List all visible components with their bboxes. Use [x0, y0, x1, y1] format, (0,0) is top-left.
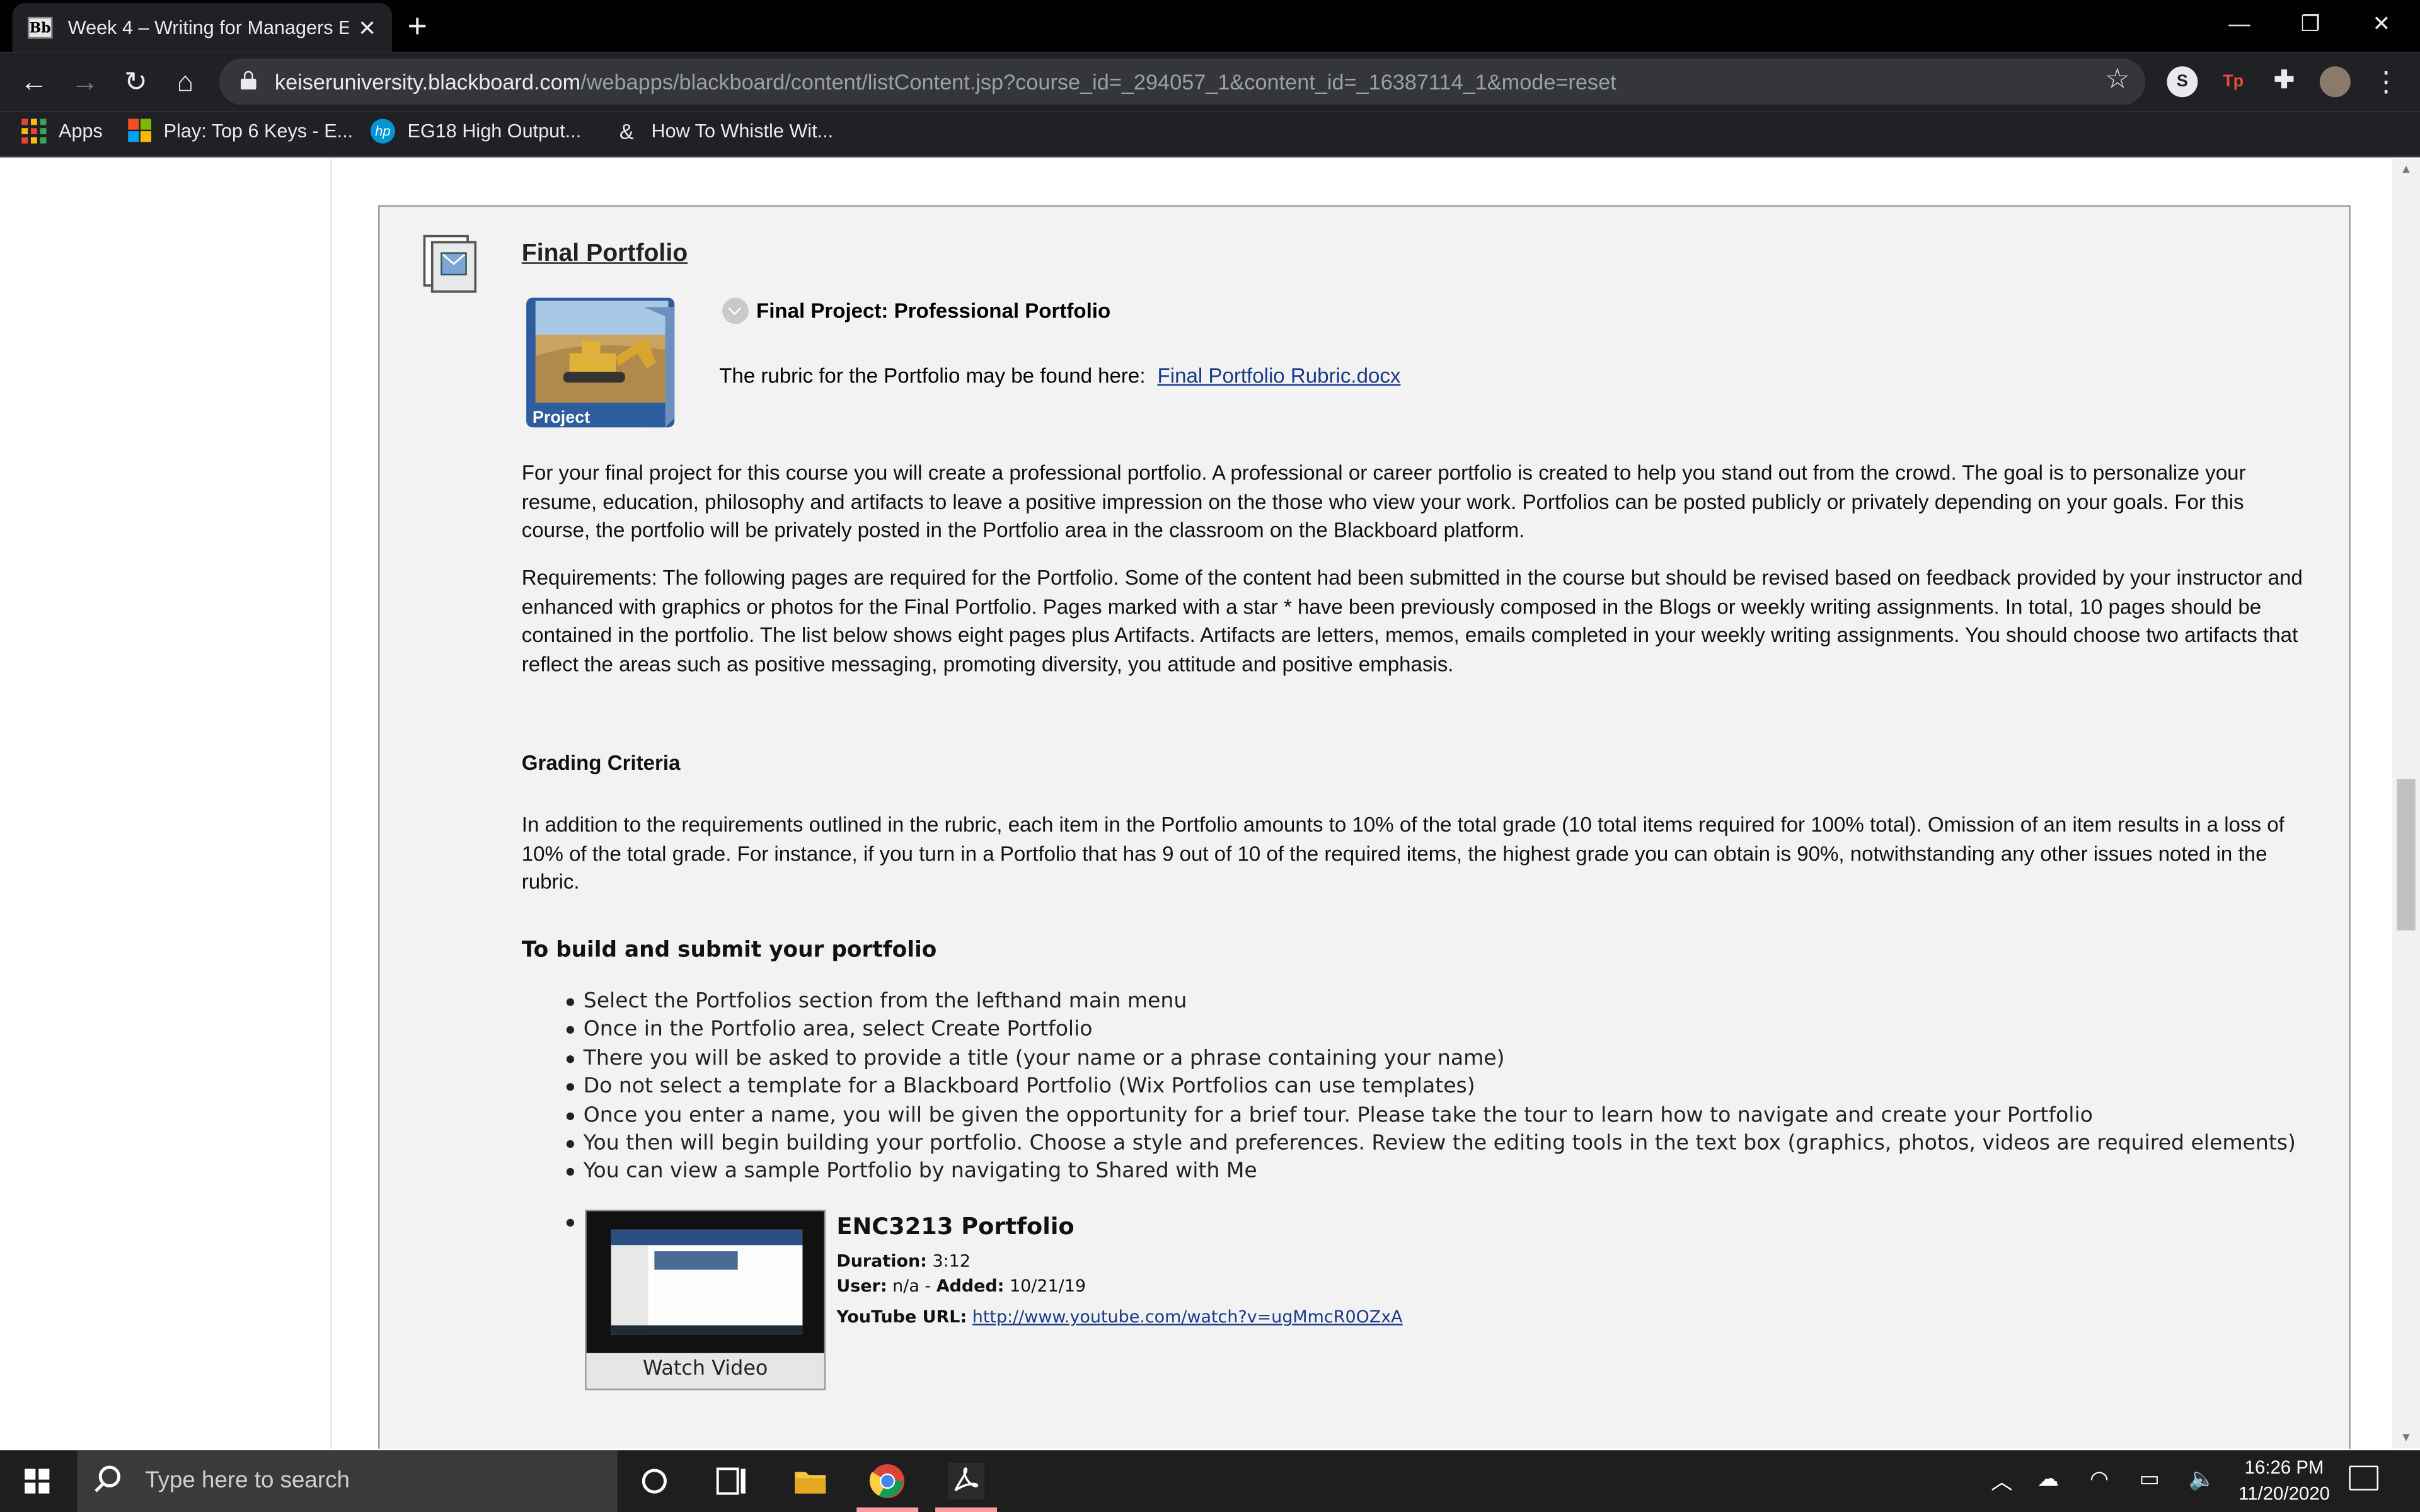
- tab-strip: Bb Week 4 – Writing for Managers E ✕ + —…: [0, 0, 2420, 53]
- forward-icon[interactable]: →: [66, 63, 103, 100]
- address-bar[interactable]: keiseruniversity.blackboard.com/webapps/…: [219, 59, 2146, 105]
- chrome-menu-icon[interactable]: ⋮: [2368, 63, 2405, 100]
- video-preview: [586, 1211, 824, 1353]
- file-explorer-icon[interactable]: [792, 1463, 829, 1500]
- onedrive-cloud-icon[interactable]: ☁: [2037, 1466, 2059, 1492]
- puzzle-extensions-icon[interactable]: ✚: [2269, 66, 2300, 97]
- list-item: Once in the Portfolio area, select Creat…: [566, 1016, 2296, 1044]
- s-extension-icon[interactable]: S: [2167, 66, 2198, 98]
- taskbar-clock[interactable]: 16:26 PM 11/20/2020: [2232, 1455, 2337, 1507]
- list-item: There you will be asked to provide a tit…: [566, 1045, 2296, 1073]
- video-duration: Duration: 3:12: [836, 1251, 971, 1271]
- list-item: You then will begin building your portfo…: [566, 1130, 2296, 1158]
- clock-time: 16:26 PM: [2244, 1456, 2324, 1479]
- apps-grid-icon: [21, 118, 47, 144]
- list-item: Do not select a template for a Blackboar…: [566, 1073, 2296, 1101]
- project-heading-text: Final Project: Professional Portfolio: [756, 299, 1111, 323]
- watch-video-button[interactable]: Watch Video: [587, 1358, 824, 1381]
- home-icon[interactable]: ⌂: [166, 63, 204, 100]
- acrobat-active-indicator: [935, 1507, 998, 1512]
- bookmark-label: Play: Top 6 Keys - E...: [163, 119, 354, 142]
- taskbar-search[interactable]: Type here to search: [77, 1450, 618, 1512]
- task-view-icon[interactable]: [713, 1463, 750, 1500]
- video-bullet: [566, 1218, 575, 1227]
- new-tab-icon[interactable]: +: [408, 6, 427, 47]
- back-icon[interactable]: ←: [15, 63, 52, 100]
- windows-taskbar: Type here to search ︿ ☁ ◠ ▭ 🔈 16:26 PM 1…: [0, 1450, 2420, 1512]
- bookmark-label: Apps: [59, 120, 103, 142]
- project-excavator-image: Project: [526, 297, 675, 428]
- content-item-icon: [423, 234, 477, 293]
- list-item: You can view a sample Portfolio by navig…: [566, 1158, 2296, 1186]
- bookmark-label: How To Whistle Wit...: [651, 120, 834, 142]
- search-icon: [98, 1465, 121, 1487]
- search-placeholder: Type here to search: [145, 1467, 350, 1494]
- cortana-icon[interactable]: [636, 1463, 673, 1500]
- bookmark-play-top-keys[interactable]: Play: Top 6 Keys - E...: [128, 118, 354, 142]
- content-area: Final Portfolio Project Final Project: P…: [330, 159, 2392, 1449]
- list-item: Select the Portfolios section from the l…: [566, 987, 2296, 1016]
- volume-muted-icon[interactable]: 🔈: [2189, 1466, 2216, 1492]
- chrome-icon[interactable]: [869, 1463, 906, 1500]
- chevron-down-icon[interactable]: [722, 297, 749, 324]
- build-heading: To build and submit your portfolio: [521, 937, 937, 963]
- page-scrollbar[interactable]: ▲ ▼: [2392, 159, 2420, 1449]
- video-thumbnail[interactable]: Watch Video: [585, 1210, 826, 1390]
- item-title[interactable]: Final Portfolio: [522, 241, 688, 268]
- project-heading[interactable]: Final Project: Professional Portfolio: [722, 297, 1111, 324]
- video-url: YouTube URL: http://www.youtube.com/watc…: [836, 1307, 1403, 1327]
- bookmark-label: EG18 High Output...: [407, 120, 582, 142]
- restore-icon[interactable]: ❐: [2275, 6, 2346, 40]
- page-content: Final Portfolio Project Final Project: P…: [0, 159, 2420, 1449]
- grading-paragraph: In addition to the requirements outlined…: [521, 813, 2285, 893]
- scroll-down-icon[interactable]: ▼: [2392, 1427, 2420, 1448]
- acrobat-icon[interactable]: [947, 1462, 985, 1500]
- steps-list: Select the Portfolios section from the l…: [566, 987, 2296, 1186]
- list-item: Once you enter a name, you will be given…: [566, 1101, 2296, 1130]
- lock-icon[interactable]: [241, 71, 256, 90]
- scroll-up-icon[interactable]: ▲: [2392, 159, 2420, 180]
- windows-logo-icon: [25, 1469, 50, 1494]
- rubric-link[interactable]: Final Portfolio Rubric.docx: [1158, 364, 1401, 387]
- tp-extension-icon[interactable]: Tp: [2218, 66, 2249, 97]
- close-window-icon[interactable]: ✕: [2346, 6, 2417, 40]
- bookmark-whistle[interactable]: & How To Whistle Wit...: [614, 119, 833, 144]
- requirements-paragraph: Requirements: The following pages are re…: [521, 566, 2303, 675]
- start-button[interactable]: [0, 1450, 74, 1512]
- bookmark-eg18[interactable]: hp EG18 High Output...: [370, 118, 582, 144]
- notifications-icon[interactable]: [2349, 1465, 2378, 1491]
- video-user-added: User: n/a - Added: 10/21/19: [836, 1276, 1086, 1297]
- rubric-text: The rubric for the Portfolio may be foun…: [719, 364, 1146, 387]
- tray-chevron-up-icon[interactable]: ︿: [1991, 1466, 2012, 1497]
- video-title: ENC3213 Portfolio: [836, 1212, 1075, 1240]
- minimize-icon[interactable]: —: [2204, 6, 2275, 40]
- content-item: Final Portfolio Project Final Project: P…: [378, 205, 2351, 1449]
- scroll-thumb[interactable]: [2397, 779, 2416, 931]
- hp-logo-icon: hp: [370, 118, 395, 144]
- wifi-icon[interactable]: ◠: [2090, 1466, 2109, 1492]
- url-text: keiseruniversity.blackboard.com/webapps/…: [274, 69, 1616, 94]
- clock-date: 11/20/2020: [2238, 1482, 2330, 1504]
- close-tab-icon[interactable]: ✕: [358, 14, 376, 41]
- browser-toolbar: ← → ↻ ⌂ keiseruniversity.blackboard.com/…: [0, 52, 2420, 112]
- browser-tab[interactable]: Bb Week 4 – Writing for Managers E ✕: [12, 3, 393, 53]
- tab-title: Week 4 – Writing for Managers E: [67, 16, 349, 39]
- grading-heading: Grading Criteria: [521, 751, 681, 775]
- microsoft-logo-icon: [128, 118, 152, 142]
- profile-avatar-icon[interactable]: [2319, 66, 2351, 98]
- bookmark-apps[interactable]: Apps: [21, 118, 103, 144]
- bookmark-star-icon[interactable]: ☆: [2105, 63, 2130, 95]
- rubric-line: The rubric for the Portfolio may be foun…: [719, 364, 1400, 387]
- left-menu-area: [0, 159, 331, 1449]
- whistle-site-icon: &: [619, 118, 634, 144]
- youtube-link[interactable]: http://www.youtube.com/watch?v=ugMmcR0OZ…: [972, 1307, 1403, 1327]
- video-info: ENC3213 Portfolio Duration: 3:12 User: n…: [836, 1213, 1402, 1330]
- battery-icon[interactable]: ▭: [2139, 1466, 2159, 1492]
- chrome-active-indicator: [856, 1507, 919, 1512]
- intro-paragraph: For your final project for this course y…: [521, 461, 2246, 542]
- project-image-label: Project: [533, 408, 590, 427]
- reload-icon[interactable]: ↻: [117, 63, 154, 100]
- bookmarks-bar: Apps Play: Top 6 Keys - E... hp EG18 Hig…: [0, 111, 2420, 158]
- blackboard-favicon-icon: Bb: [28, 16, 53, 39]
